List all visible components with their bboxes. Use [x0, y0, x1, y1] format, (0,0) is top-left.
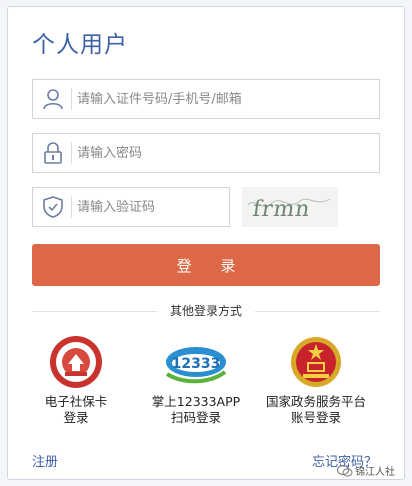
- option-label-line1: 电子社保卡: [44, 394, 108, 409]
- login-option-social-security-card[interactable]: 电子社保卡 登录: [21, 334, 131, 426]
- id-input[interactable]: [77, 80, 373, 118]
- wechat-icon: [337, 465, 353, 477]
- option-label-line2: 扫码登录: [170, 410, 221, 425]
- national-emblem-icon: [291, 337, 341, 387]
- option-label-line1: 掌上12333APP: [151, 394, 241, 409]
- user-icon: [43, 89, 63, 110]
- field-separator: [71, 88, 72, 110]
- login-button[interactable]: 登 录: [32, 244, 380, 286]
- field-separator: [71, 142, 72, 164]
- option-label-line1: 国家政务服务平台: [265, 394, 366, 409]
- app-12333-text: 12333: [172, 356, 221, 372]
- lock-icon: [44, 142, 62, 164]
- page-title: 个人用户: [32, 32, 128, 58]
- password-input[interactable]: [77, 134, 373, 172]
- password-field[interactable]: [32, 133, 380, 173]
- option-label-line2: 账号登录: [290, 410, 341, 425]
- register-link[interactable]: 注册: [32, 451, 58, 470]
- id-field[interactable]: [32, 79, 380, 119]
- login-option-12333-app[interactable]: 12333 掌上12333APP 扫码登录: [141, 334, 251, 426]
- captcha-text: frmn: [251, 196, 312, 222]
- captcha-input[interactable]: [77, 188, 223, 226]
- captcha-field[interactable]: [32, 187, 230, 227]
- watermark-text: 锦江人社: [355, 467, 395, 478]
- captcha-image[interactable]: frmn: [242, 187, 338, 227]
- field-separator: [71, 196, 72, 218]
- social-security-card-icon: [50, 336, 102, 388]
- option-label-line2: 登录: [63, 410, 89, 425]
- other-login-divider: 其他登录方式: [32, 303, 380, 319]
- watermark: 锦江人社: [337, 462, 401, 480]
- app-12333-icon: 12333: [165, 347, 227, 384]
- divider-line-right: [255, 311, 380, 312]
- login-option-national-platform[interactable]: 国家政务服务平台 账号登录: [261, 334, 371, 426]
- shield-check-icon: [43, 196, 63, 218]
- login-panel: 个人用户 frmn 登 录 其他登录方式: [7, 6, 405, 480]
